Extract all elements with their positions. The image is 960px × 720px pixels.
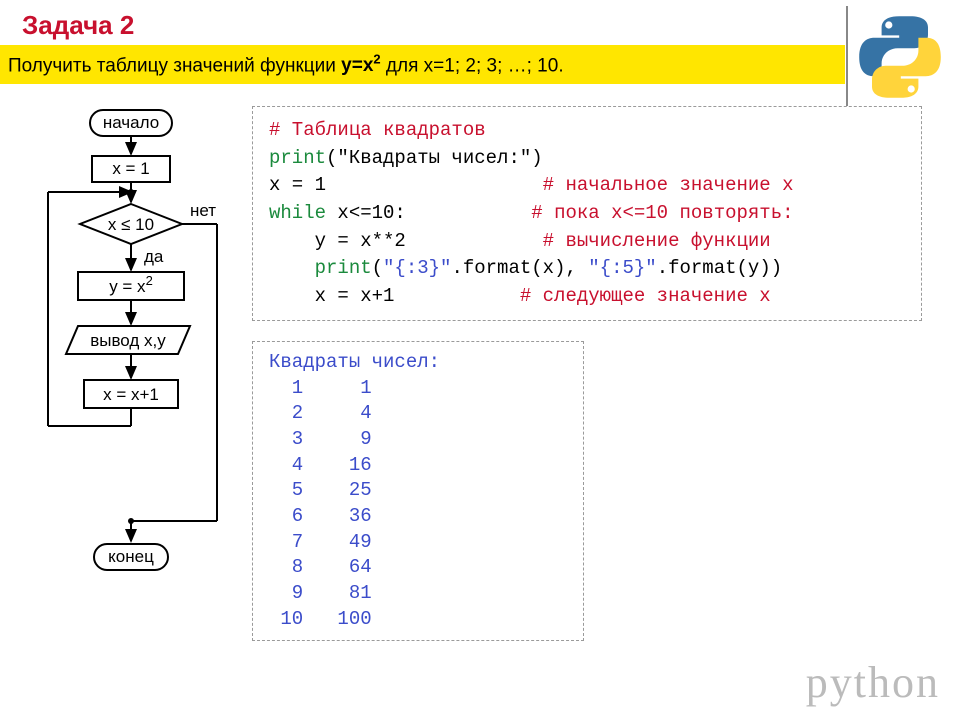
svg-text:конец: конец: [108, 547, 154, 566]
svg-text:да: да: [144, 247, 164, 266]
svg-text:нет: нет: [190, 201, 216, 220]
code-listing: # Таблица квадратов print("Квадраты чисе…: [252, 106, 922, 321]
watermark: python: [806, 657, 940, 708]
python-logo-icon: [856, 12, 944, 102]
svg-text:x ≤ 10: x ≤ 10: [108, 215, 154, 234]
svg-text:начало: начало: [103, 113, 159, 132]
svg-text:x = x+1: x = x+1: [103, 385, 159, 404]
flowchart: начало x = 1 x ≤ 10 да нет y = x2: [12, 106, 242, 606]
task-statement: Получить таблицу значений функции y=x2 д…: [0, 45, 845, 84]
program-output: Квадраты чисел: 1 1 2 4 3 9 4 16 5 25 6 …: [252, 341, 584, 641]
svg-text:вывод x,y: вывод x,y: [90, 331, 166, 350]
right-column: # Таблица квадратов print("Квадраты чисе…: [242, 106, 922, 641]
svg-text:x = 1: x = 1: [112, 159, 149, 178]
divider: [846, 6, 848, 106]
flowchart-svg: начало x = 1 x ≤ 10 да нет y = x2: [12, 106, 242, 606]
page-title: Задача 2: [0, 0, 960, 45]
